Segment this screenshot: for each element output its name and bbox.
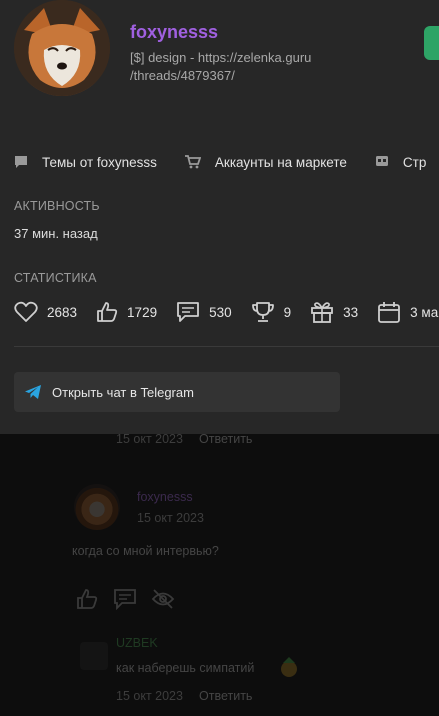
gift-icon — [311, 302, 334, 323]
activity-value: 37 мин. назад — [14, 226, 98, 241]
reply-date: 15 окт 2023 — [116, 689, 183, 703]
stat-likes-value: 2683 — [47, 304, 78, 320]
nav-threads-link[interactable]: Темы от foxynesss — [14, 155, 157, 170]
hide-icon[interactable] — [151, 588, 175, 610]
profile-username[interactable]: foxynesss — [130, 22, 218, 43]
stat-registration[interactable]: 3 ма — [377, 301, 438, 323]
statistics-title: СТАТИСТИКА — [14, 271, 97, 285]
stat-registration-value: 3 ма — [410, 304, 439, 320]
comment-author-avatar[interactable] — [74, 484, 120, 530]
comment-date: 15 окт 2023 — [137, 511, 204, 525]
profile-bio: [$] design - https://zelenka.guru /threa… — [130, 49, 350, 85]
profile-card: foxynesss [$] design - https://zelenka.g… — [0, 0, 439, 434]
calendar-icon — [378, 302, 401, 323]
nav-page-label: Стр — [402, 154, 427, 170]
stat-sympathies[interactable]: 1729 — [96, 301, 157, 323]
statistics-row: 2683 1729 530 9 33 3 ма — [14, 298, 439, 326]
bio-line-2: /threads/4879367/ — [130, 68, 235, 83]
telegram-icon — [25, 385, 41, 399]
top-comment-date: 15 окт 2023 — [116, 432, 183, 446]
stat-messages[interactable]: 530 — [176, 301, 232, 323]
chat-bubble-icon — [15, 156, 27, 168]
avatar[interactable] — [14, 0, 110, 96]
nav-market-link[interactable]: Аккаунты на маркете — [184, 154, 347, 170]
stat-trophies[interactable]: 9 — [251, 301, 292, 323]
reply-author-name[interactable]: UZBEK — [116, 636, 158, 650]
follow-button[interactable] — [424, 26, 439, 60]
like-icon[interactable] — [76, 588, 98, 610]
stat-sympathies-value: 1729 — [127, 304, 158, 320]
cart-icon — [184, 155, 201, 169]
stat-messages-value: 530 — [209, 304, 232, 320]
page-icon — [375, 156, 388, 166]
divider — [14, 346, 439, 347]
reply-author-avatar[interactable] — [80, 642, 108, 670]
stat-gifts-value: 33 — [343, 304, 359, 320]
nav-page-link[interactable]: Стр — [375, 155, 426, 170]
activity-title: АКТИВНОСТЬ — [14, 199, 100, 213]
comment-author-name[interactable]: foxynesss — [137, 490, 193, 504]
reply-icon[interactable] — [113, 588, 137, 610]
comment-text: когда со мной интервью? — [72, 544, 219, 558]
nav-market-label: Аккаунты на маркете — [214, 154, 347, 170]
heart-icon — [14, 301, 38, 322]
bio-line-1: [$] design - https://zelenka.guru — [130, 50, 312, 65]
nav-threads-label: Темы от foxynesss — [42, 154, 157, 170]
background-comments: 15 окт 2023 Ответить foxynesss 15 окт 20… — [0, 432, 439, 716]
message-icon — [177, 302, 199, 322]
reply-action-link[interactable]: Ответить — [199, 689, 252, 703]
fox-avatar-image — [14, 0, 110, 96]
top-comment-reply-link[interactable]: Ответить — [199, 432, 252, 446]
stat-likes[interactable]: 2683 — [14, 301, 77, 323]
stat-trophies-value: 9 — [283, 304, 292, 320]
telegram-button-label: Открыть чат в Telegram — [52, 384, 194, 400]
reply-text: как наберешь симпатий — [116, 661, 255, 675]
trophy-icon — [251, 302, 274, 322]
telegram-chat-button[interactable]: Открыть чат в Telegram — [14, 372, 340, 412]
reaction-emoji-icon — [281, 657, 297, 677]
thumbs-up-icon — [97, 302, 118, 322]
stat-gifts[interactable]: 33 — [310, 301, 358, 323]
profile-nav: Темы от foxynesss Аккаунты на маркете Ст… — [14, 148, 439, 176]
